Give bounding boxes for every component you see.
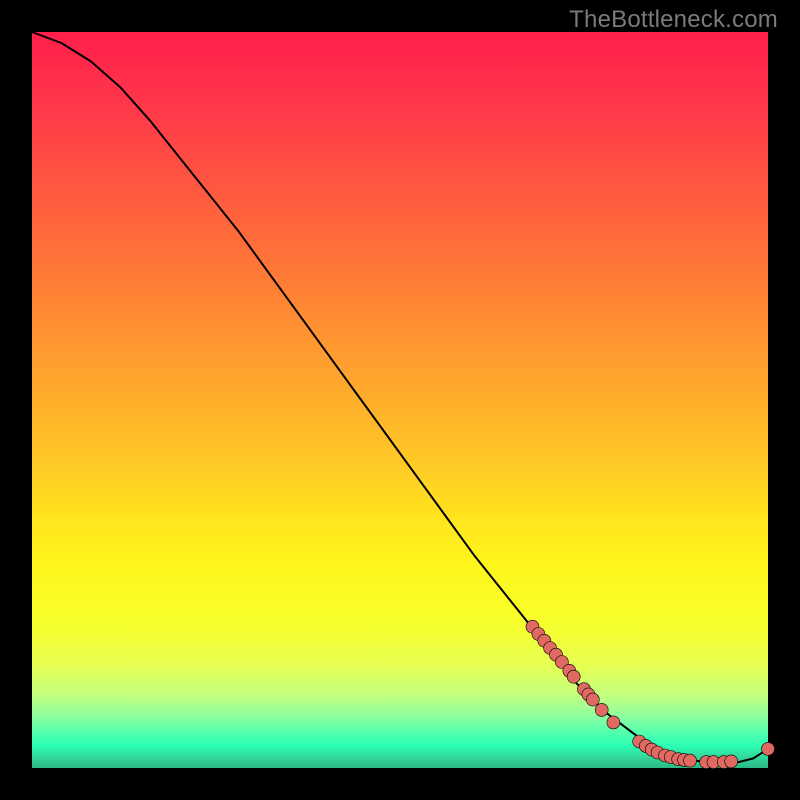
data-dot [684, 754, 697, 767]
data-dot [607, 716, 620, 729]
data-dot [595, 703, 608, 716]
chart-stage: TheBottleneck.com [0, 0, 800, 800]
plot-area [32, 32, 768, 768]
data-dot [586, 693, 599, 706]
data-dot [762, 742, 775, 755]
watermark-label: TheBottleneck.com [569, 6, 778, 34]
chart-svg [32, 32, 768, 768]
data-dots [526, 620, 775, 768]
curve-line [32, 32, 768, 763]
data-dot [725, 755, 738, 768]
data-dot [567, 670, 580, 683]
